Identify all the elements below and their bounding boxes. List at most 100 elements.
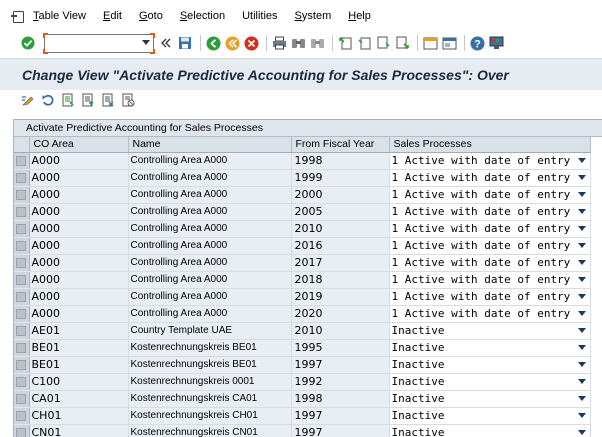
dropdown-arrow-icon[interactable] — [577, 260, 586, 265]
dropdown-arrow-icon[interactable] — [577, 226, 586, 231]
command-input[interactable] — [45, 34, 141, 52]
row-selector[interactable] — [14, 356, 30, 374]
customize-layout-icon[interactable] — [488, 35, 504, 51]
row-selector[interactable] — [14, 169, 30, 187]
dropdown-arrow-icon[interactable] — [577, 396, 586, 401]
undo-icon[interactable] — [40, 92, 56, 108]
dropdown-arrow-icon[interactable] — [577, 192, 586, 197]
sales-processes-dropdown[interactable]: 1 Active with date of entry — [389, 305, 591, 323]
exit-icon[interactable] — [224, 35, 240, 51]
sales-processes-dropdown[interactable]: Inactive — [389, 322, 591, 340]
row-selector[interactable] — [14, 339, 30, 357]
column-header-sales-processes[interactable]: Sales Processes — [389, 137, 591, 153]
dropdown-arrow-icon[interactable] — [577, 345, 586, 350]
window-menu-icon[interactable] — [11, 10, 25, 23]
row-selector[interactable] — [14, 373, 30, 391]
create-session-icon[interactable] — [422, 35, 438, 51]
menu-selection[interactable]: Selection — [180, 10, 225, 22]
help-icon[interactable]: ? — [469, 35, 485, 51]
dropdown-arrow-icon[interactable] — [577, 413, 586, 418]
row-selector[interactable] — [14, 407, 30, 425]
print-icon[interactable] — [271, 35, 287, 51]
row-selector[interactable] — [14, 237, 30, 255]
row-selector[interactable] — [14, 322, 30, 340]
sales-processes-value: Inactive — [391, 392, 445, 405]
column-header-name[interactable]: Name — [128, 137, 292, 153]
sales-processes-dropdown[interactable]: 1 Active with date of entry — [389, 186, 591, 204]
deselect-all-icon[interactable] — [100, 92, 116, 108]
column-header-from-fiscal-year[interactable]: From Fiscal Year — [291, 137, 390, 153]
co-area-cell: A000 — [29, 288, 129, 306]
sales-processes-value: 1 Active with date of entry — [391, 222, 571, 235]
command-history-dropdown-icon[interactable] — [142, 39, 150, 45]
dropdown-arrow-icon[interactable] — [577, 379, 586, 384]
row-selector[interactable] — [14, 390, 30, 408]
dropdown-arrow-icon[interactable] — [577, 311, 586, 316]
select-all-icon[interactable] — [80, 92, 96, 108]
shortcut-icon[interactable] — [441, 35, 457, 51]
row-selector[interactable] — [14, 203, 30, 221]
row-selector[interactable] — [14, 271, 30, 289]
save-icon[interactable] — [177, 35, 193, 51]
last-page-icon[interactable] — [394, 35, 410, 51]
dropdown-arrow-icon[interactable] — [577, 430, 586, 435]
sales-processes-dropdown[interactable]: Inactive — [389, 373, 591, 391]
menu-utilities[interactable]: Utilities — [242, 10, 277, 22]
menu-table-view[interactable]: Table View — [33, 10, 86, 22]
first-page-icon[interactable] — [337, 35, 353, 51]
menu-edit[interactable]: Edit — [103, 10, 122, 22]
menu-goto[interactable]: Goto — [139, 10, 163, 22]
sales-processes-dropdown[interactable]: 1 Active with date of entry — [389, 169, 591, 187]
sales-processes-dropdown[interactable]: 1 Active with date of entry — [389, 220, 591, 238]
sales-processes-value: Inactive — [391, 324, 445, 337]
row-selector[interactable] — [14, 220, 30, 238]
dropdown-arrow-icon[interactable] — [577, 362, 586, 367]
dropdown-arrow-icon[interactable] — [577, 209, 586, 214]
row-selector[interactable] — [14, 186, 30, 204]
sales-processes-dropdown[interactable]: Inactive — [389, 424, 591, 437]
name-cell: Controlling Area A000 — [128, 305, 292, 323]
cancel-icon[interactable] — [243, 35, 259, 51]
find-next-icon[interactable] — [309, 35, 325, 51]
sales-processes-dropdown[interactable]: Inactive — [389, 407, 591, 425]
sales-processes-dropdown[interactable]: 1 Active with date of entry — [389, 237, 591, 255]
column-header-co-area[interactable]: CO Area — [29, 137, 129, 153]
sales-processes-dropdown[interactable]: Inactive — [389, 356, 591, 374]
command-field[interactable] — [43, 32, 155, 54]
row-selector[interactable] — [14, 305, 30, 323]
dropdown-arrow-icon[interactable] — [577, 243, 586, 248]
table-row: CH01 Kostenrechnungskreis CH01 1997 Inacti… — [14, 407, 591, 425]
dropdown-arrow-icon[interactable] — [577, 294, 586, 299]
row-selector[interactable] — [14, 424, 30, 437]
sales-processes-dropdown[interactable]: Inactive — [389, 390, 591, 408]
row-selector[interactable] — [14, 288, 30, 306]
enter-icon[interactable] — [20, 35, 36, 51]
row-selector[interactable] — [14, 152, 30, 170]
display-change-icon[interactable] — [20, 92, 36, 108]
delete-icon[interactable] — [120, 92, 136, 108]
fiscal-year-cell: 1998 — [291, 390, 390, 408]
sales-processes-dropdown[interactable]: 1 Active with date of entry — [389, 203, 591, 221]
fiscal-year-cell: 1992 — [291, 373, 390, 391]
select-all-rows-button[interactable] — [14, 137, 30, 153]
back-icon[interactable] — [205, 35, 221, 51]
sales-processes-dropdown[interactable]: 1 Active with date of entry — [389, 271, 591, 289]
menu-system[interactable]: System — [295, 10, 332, 22]
collapse-command-field-icon[interactable] — [158, 35, 174, 51]
dropdown-arrow-icon[interactable] — [577, 158, 586, 163]
sales-processes-dropdown[interactable]: 1 Active with date of entry — [389, 152, 591, 170]
previous-page-icon[interactable] — [356, 35, 372, 51]
find-icon[interactable] — [290, 35, 306, 51]
menu-help[interactable]: Help — [348, 10, 371, 22]
sales-processes-dropdown[interactable]: 1 Active with date of entry — [389, 254, 591, 272]
sales-processes-dropdown[interactable]: Inactive — [389, 339, 591, 357]
sales-processes-dropdown[interactable]: 1 Active with date of entry — [389, 288, 591, 306]
co-area-cell: BE01 — [29, 339, 129, 357]
next-page-icon[interactable] — [375, 35, 391, 51]
dropdown-arrow-icon[interactable] — [577, 175, 586, 180]
fiscal-year-cell: 2005 — [291, 203, 390, 221]
row-selector[interactable] — [14, 254, 30, 272]
dropdown-arrow-icon[interactable] — [577, 328, 586, 333]
dropdown-arrow-icon[interactable] — [577, 277, 586, 282]
copy-entries-icon[interactable] — [60, 92, 76, 108]
